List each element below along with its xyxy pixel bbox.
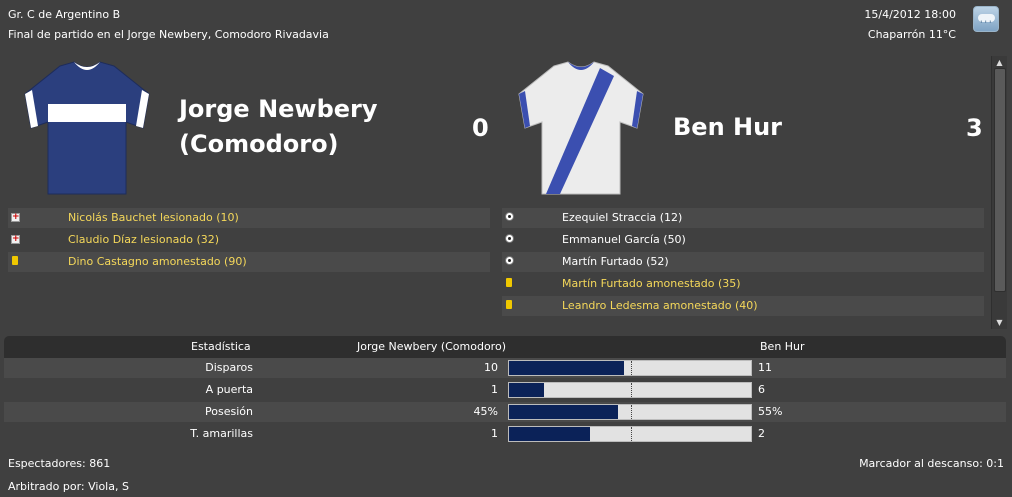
away-event-row: Martín Furtado (52) — [502, 252, 984, 272]
stat-row-disparos: Disparos 10 11 — [4, 358, 1006, 378]
home-shirt-icon — [24, 61, 150, 195]
stat-bar-fill — [509, 383, 544, 397]
away-event-text: Martín Furtado (52) — [562, 255, 669, 268]
stat-bar — [508, 426, 752, 442]
scroll-thumb[interactable] — [994, 68, 1006, 292]
home-team-name-line1: Jorge Newbery — [179, 95, 378, 123]
injury-icon: + — [11, 212, 20, 222]
stat-row-amarillas: T. amarillas 1 2 — [4, 424, 1006, 444]
yellow-card-icon — [12, 256, 18, 265]
away-event-row: Leandro Ledesma amonestado (40) — [502, 296, 984, 316]
away-event-row: Ezequiel Straccia (12) — [502, 208, 984, 228]
ball-icon — [505, 234, 514, 243]
stat-home-value: 1 — [491, 427, 498, 440]
stat-row-posesion: Posesión 45% 55% — [4, 402, 1006, 422]
stat-bar-fill — [509, 405, 618, 419]
away-shirt-icon — [518, 61, 644, 195]
yellow-card-icon — [506, 278, 512, 287]
weather-label: Chaparrón 11°C — [867, 28, 956, 41]
stats-header: Estadística Jorge Newbery (Comodoro) Ben… — [4, 336, 1006, 358]
home-event-row: + Nicolás Bauchet lesionado (10) — [8, 208, 490, 228]
halftime-score-label: Marcador al descanso: 0:1 — [859, 457, 1004, 470]
away-event-row: Martín Furtado amonestado (35) — [502, 274, 984, 294]
stat-bar — [508, 382, 752, 398]
stat-label: Disparos — [205, 361, 253, 374]
home-event-text: Claudio Díaz lesionado (32) — [68, 233, 220, 246]
stat-row-a-puerta: A puerta 1 6 — [4, 380, 1006, 400]
home-event-row: Dino Castagno amonestado (90) — [8, 252, 490, 272]
stat-away-value: 11 — [758, 361, 772, 374]
competition-label: Gr. C de Argentino B — [8, 8, 121, 21]
ball-icon — [505, 212, 514, 221]
home-event-text: Dino Castagno amonestado (90) — [68, 255, 247, 268]
spectators-label: Espectadores: 861 — [8, 457, 111, 470]
stat-label: Posesión — [205, 405, 253, 418]
stats-header-label: Estadística — [191, 340, 251, 353]
stat-label: A puerta — [205, 383, 253, 396]
injury-icon: + — [11, 234, 20, 244]
stats-away-label: Ben Hur — [760, 340, 805, 353]
yellow-card-icon — [506, 300, 512, 309]
stat-label: T. amarillas — [190, 427, 253, 440]
stat-home-value: 10 — [484, 361, 498, 374]
scroll-down-icon[interactable]: ▼ — [992, 316, 1007, 329]
home-event-text: Nicolás Bauchet lesionado (10) — [68, 211, 239, 224]
stat-bar — [508, 360, 752, 376]
stat-home-value: 1 — [491, 383, 498, 396]
stat-away-value: 55% — [758, 405, 783, 418]
stat-bar-fill — [509, 427, 590, 441]
away-event-text: Ezequiel Straccia (12) — [562, 211, 683, 224]
stat-bar-fill — [509, 361, 625, 375]
rain-cloud-icon — [973, 6, 999, 32]
away-event-row: Emmanuel García (50) — [502, 230, 984, 250]
home-score: 0 — [472, 114, 489, 142]
stat-home-value: 45% — [473, 405, 498, 418]
home-team-name-line2: (Comodoro) — [179, 130, 339, 158]
match-subtitle: Final de partido en el Jorge Newbery, Co… — [8, 28, 329, 41]
home-event-row: + Claudio Díaz lesionado (32) — [8, 230, 490, 250]
stat-away-value: 6 — [758, 383, 765, 396]
away-score: 3 — [966, 114, 983, 142]
away-event-text: Emmanuel García (50) — [562, 233, 686, 246]
away-event-text: Leandro Ledesma amonestado (40) — [562, 299, 758, 312]
referee-label: Arbitrado por: Viola, S — [8, 480, 129, 493]
ball-icon — [505, 256, 514, 265]
away-event-text: Martín Furtado amonestado (35) — [562, 277, 741, 290]
away-team-name: Ben Hur — [673, 113, 783, 141]
stats-home-label: Jorge Newbery (Comodoro) — [357, 340, 506, 353]
stat-bar — [508, 404, 752, 420]
stat-away-value: 2 — [758, 427, 765, 440]
match-datetime: 15/4/2012 18:00 — [864, 8, 956, 21]
events-scrollbar[interactable]: ▲ ▼ — [991, 56, 1007, 329]
